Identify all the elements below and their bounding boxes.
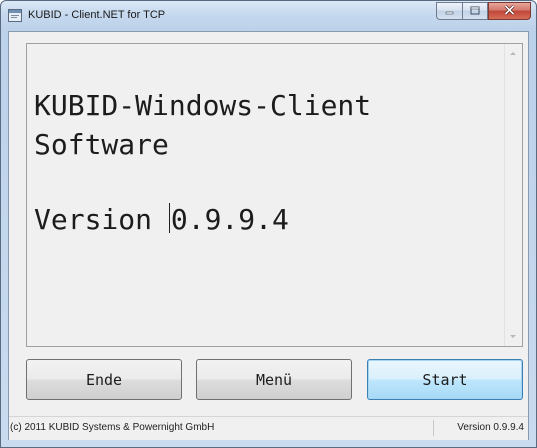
- start-button[interactable]: Start: [367, 359, 523, 400]
- status-divider: [433, 420, 434, 436]
- maximize-icon: [470, 2, 480, 20]
- maximize-button[interactable]: [462, 2, 488, 20]
- scroll-down-arrow-icon[interactable]: [510, 335, 516, 338]
- text-caret: [168, 203, 170, 233]
- vertical-scrollbar[interactable]: [504, 44, 522, 346]
- version-label: Version: [34, 203, 169, 236]
- version-number: 0.9.9.4: [170, 203, 289, 236]
- app-window: KUBID - Client.NET for TCP KUBID-Windows…: [0, 0, 537, 448]
- version-display-textbox[interactable]: KUBID-Windows-Client Software Version 0.…: [26, 43, 523, 347]
- ende-button[interactable]: Ende: [26, 359, 182, 400]
- title-bar[interactable]: KUBID - Client.NET for TCP: [1, 1, 536, 31]
- client-area: KUBID-Windows-Client Software Version 0.…: [8, 31, 529, 440]
- display-line-version: Version 0.9.9.4: [34, 200, 504, 239]
- minimize-icon: [445, 2, 454, 20]
- status-version: Version 0.9.9.4: [457, 422, 524, 433]
- close-button[interactable]: [488, 2, 531, 20]
- scroll-up-arrow-icon[interactable]: [510, 52, 516, 55]
- window-title: KUBID - Client.NET for TCP: [28, 9, 166, 21]
- display-text: KUBID-Windows-Client Software Version 0.…: [34, 86, 504, 239]
- close-icon: [504, 2, 515, 20]
- menu-button[interactable]: Menü: [196, 359, 352, 400]
- app-window-icon[interactable]: [8, 9, 22, 22]
- caption-buttons: [436, 2, 531, 21]
- minimize-button[interactable]: [436, 2, 462, 20]
- display-line-software: Software: [34, 128, 169, 161]
- display-line-title: KUBID-Windows-Client: [34, 89, 372, 122]
- status-bar: (c) 2011 KUBID Systems & Powernight GmbH…: [9, 416, 528, 440]
- status-copyright: (c) 2011 KUBID Systems & Powernight GmbH: [10, 422, 215, 433]
